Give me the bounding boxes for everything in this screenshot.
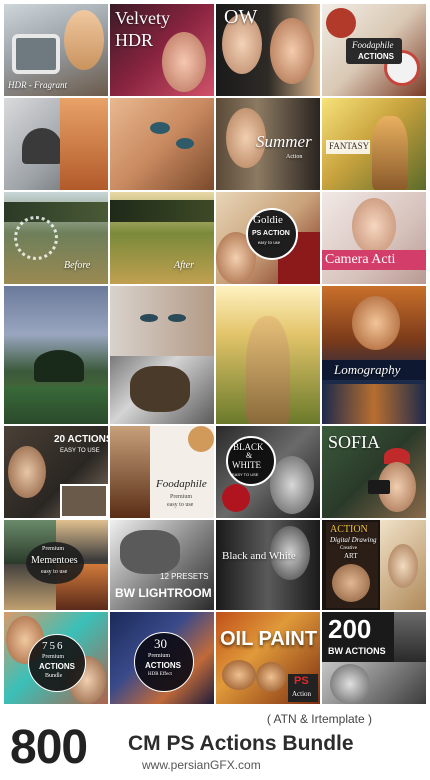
- caption-velvety: Velvety: [115, 8, 170, 28]
- tile-fantasy: FANTASY: [322, 98, 426, 190]
- caption-actions-top: ACTIONS: [358, 52, 394, 61]
- caption-lomography: Lomography: [334, 362, 401, 377]
- tile-lomography: Lomography: [322, 286, 426, 424]
- caption-white: WHITE: [232, 460, 261, 470]
- caption-goldie: Goldie: [253, 214, 283, 226]
- caption-20-actions-sub: EASY TO USE: [60, 448, 100, 454]
- caption-200: 200: [328, 614, 372, 644]
- caption-fantasy: FANTASY: [329, 141, 370, 151]
- tile-ow-portrait: OW: [216, 4, 320, 96]
- caption-foodaphile-sub1: Premium: [170, 494, 192, 500]
- caption-foodaphile-sub2: easy to use: [167, 502, 194, 508]
- file-formats-label: ( ATN & Irtemplate ): [266, 712, 372, 726]
- tile-after: After: [110, 192, 214, 284]
- caption-foodaphile: Foodaphile: [156, 478, 207, 490]
- tile-foodaphile: Foodaphile Premium easy to use: [110, 426, 214, 518]
- flower-watermark-icon: [14, 216, 58, 260]
- bundle-title: CM PS Actions Bundle: [128, 732, 354, 755]
- tile-closeup-face: [110, 98, 214, 190]
- caption-foodaphile-top: Foodaphile: [352, 40, 394, 50]
- caption-hdr-fragrant: HDR - Fragrant: [8, 80, 67, 90]
- caption-black-and-white: Black and White: [222, 550, 296, 562]
- tile-756-actions: 756 Premium ACTIONS Bundle: [4, 612, 108, 706]
- caption-goldie-sub: easy to use: [258, 241, 280, 246]
- caption-after: After: [174, 260, 194, 271]
- photo-collage-grid: HDR - Fragrant Velvety HDR OW Foodaphile…: [4, 4, 426, 706]
- caption-bw-sub: EASY TO USE: [232, 472, 259, 477]
- tile-velvety-hdr: Velvety HDR: [110, 4, 214, 96]
- footer: ( ATN & Irtemplate ) 800 CM PS Actions B…: [0, 704, 430, 780]
- caption-30: 30: [154, 636, 167, 651]
- caption-hdr: HDR: [115, 30, 154, 50]
- caption-art: ART: [344, 552, 358, 560]
- tile-foodaphile-top: Foodaphile ACTIONS: [322, 4, 426, 96]
- caption-756-actions: ACTIONS: [39, 662, 75, 671]
- tile-oil-paint: OIL PAINT PS Action: [216, 612, 320, 706]
- tile-30-actions: 30 Premium ACTIONS HDR Effect: [110, 612, 214, 706]
- caption-sofia: SOFIA: [328, 432, 381, 452]
- caption-camera-actions: Camera Acti: [325, 252, 396, 267]
- caption-summer-sub: Action: [286, 154, 303, 160]
- caption-before: Before: [64, 260, 91, 271]
- tile-hdr-fragrant: HDR - Fragrant: [4, 4, 108, 96]
- caption-digital-drawing: Digital Drawing: [330, 536, 377, 544]
- caption-30-sub: HDR Effect: [148, 672, 172, 677]
- tile-black-white: BLACK & WHITE EASY TO USE: [216, 426, 320, 518]
- tile-portrait-horse: [110, 286, 214, 424]
- caption-20-actions: 20 ACTIONS: [54, 434, 108, 445]
- tile-mementoes: Premium Mementoes easy to use: [4, 520, 108, 610]
- product-cover: HDR - Fragrant Velvety HDR OW Foodaphile…: [0, 0, 430, 780]
- caption-756-bundle: Bundle: [45, 673, 63, 679]
- tile-goldie: Goldie PS ACTION easy to use: [216, 192, 320, 284]
- caption-ps: PS: [294, 675, 309, 687]
- caption-creative: Creative: [340, 546, 357, 551]
- caption-ps-action: Action: [292, 690, 312, 698]
- caption-756-premium: Premium: [42, 654, 64, 660]
- caption-action: ACTION: [330, 524, 368, 535]
- caption-30-actions: ACTIONS: [145, 661, 181, 670]
- caption-mementoes: Mementoes: [31, 555, 78, 566]
- tile-black-and-white: Black and White: [216, 520, 320, 610]
- caption-oil-paint: OIL PAINT: [220, 628, 318, 650]
- caption-mementoes-sub: easy to use: [41, 569, 68, 575]
- caption-and: &: [246, 451, 253, 460]
- tile-camera-actions: Camera Acti: [322, 192, 426, 284]
- tile-20-actions: 20 ACTIONS EASY TO USE: [4, 426, 108, 518]
- caption-756: 756: [42, 640, 65, 652]
- tile-sofia: SOFIA: [322, 426, 426, 518]
- tile-bw-lightroom: 12 PRESETS BW LIGHTROOM: [110, 520, 214, 610]
- caption-summer: Summer: [256, 132, 312, 151]
- caption-bw-actions: BW ACTIONS: [328, 646, 386, 656]
- tile-landscape-hdr: [4, 286, 108, 424]
- caption-bw-lightroom: BW LIGHTROOM: [115, 586, 212, 600]
- caption-goldie-ps: PS ACTION: [252, 230, 290, 237]
- tile-200-bw-actions: 200 BW ACTIONS: [322, 612, 426, 706]
- tile-summer: Summer Action: [216, 98, 320, 190]
- caption-mementoes-pre: Premium: [42, 546, 64, 552]
- tile-heart-hands: [4, 98, 108, 190]
- caption-12-presets: 12 PRESETS: [160, 572, 209, 581]
- tile-digital-drawing: ACTION Digital Drawing Creative ART: [322, 520, 426, 610]
- tile-before: Before: [4, 192, 108, 284]
- tile-golden-hair: [216, 286, 320, 424]
- bundle-count: 800: [10, 721, 88, 774]
- website-url: www.persianGFX.com: [142, 758, 261, 772]
- caption-ow: OW: [224, 6, 258, 28]
- caption-30-premium: Premium: [148, 653, 170, 659]
